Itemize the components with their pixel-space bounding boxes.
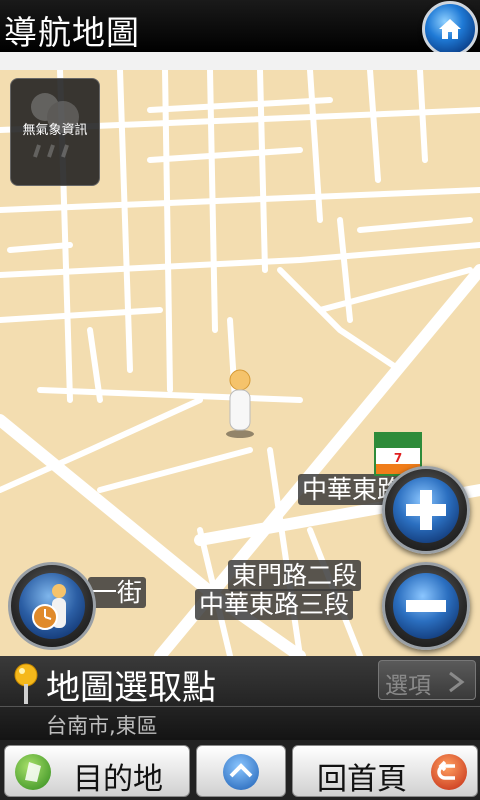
title-bar: 導航地圖 [0,0,480,57]
road-label: 一街 [88,577,147,608]
chevron-right-icon [449,671,465,693]
location-title: 地圖選取點 [46,668,216,708]
road-label: 中華東路三段 [195,589,354,620]
divider [0,706,480,707]
title-subbar [0,52,480,71]
destination-label: 目的地 [73,762,163,797]
back-home-label: 回首頁 [317,762,407,797]
locate-button[interactable] [8,562,96,650]
page-title: 導航地圖 [4,13,140,52]
road-label: 東門路二段 [228,560,362,591]
weather-label: 無氣象資訊 [22,123,88,138]
destination-flag-icon [15,754,51,790]
location-info-panel: 地圖選取點 台南市,東區 選項 [0,656,480,740]
map-pin-icon [14,663,38,704]
bottom-toolbar: 目的地 回首頁 [0,740,480,800]
minus-icon [406,600,446,612]
plus-icon [406,490,446,530]
zoom-in-button[interactable] [382,466,470,554]
home-button[interactable] [422,1,478,57]
home-icon [439,19,461,39]
back-home-button[interactable]: 回首頁 [292,745,478,797]
options-label: 選項 [385,673,431,699]
destination-button[interactable]: 目的地 [4,745,190,797]
chevron-up-icon [223,754,259,790]
current-position-marker [226,369,254,438]
menu-up-button[interactable] [196,745,286,797]
weather-panel[interactable]: 無氣象資訊 [10,78,100,186]
svg-text:7: 7 [394,451,402,465]
location-address: 台南市,東區 [46,714,158,738]
return-arrow-icon [431,754,467,790]
options-button[interactable]: 選項 [378,660,476,700]
walking-person-clock-icon [32,584,66,630]
zoom-out-button[interactable] [382,562,470,650]
